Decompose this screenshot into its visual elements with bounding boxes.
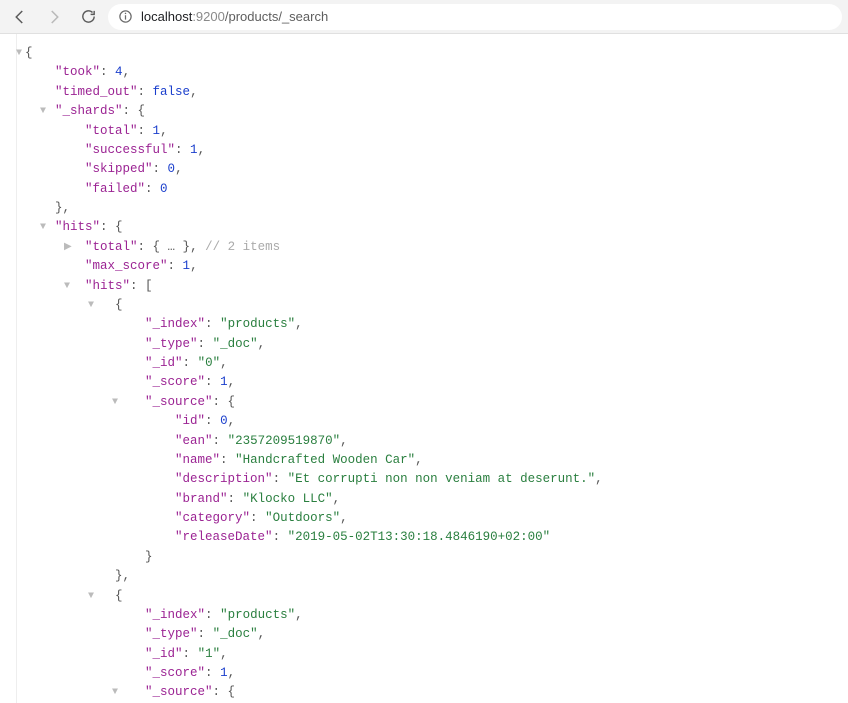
json-line[interactable]: "releaseDate": "2019-05-02T13:30:18.4846… xyxy=(10,528,848,547)
info-icon[interactable] xyxy=(118,9,133,24)
arrow-left-icon xyxy=(11,8,29,26)
url-text: localhost:9200/products/_search xyxy=(141,9,328,24)
json-line[interactable]: ▼ "_source": { xyxy=(10,683,848,702)
json-line[interactable]: "max_score": 1, xyxy=(10,257,848,276)
json-line[interactable]: "ean": "2357209519870", xyxy=(10,432,848,451)
json-line[interactable]: "id": 0, xyxy=(10,412,848,431)
json-line[interactable]: ▼ "hits": [ xyxy=(10,277,848,296)
json-viewer: ▼ { "took": 4, "timed_out": false, ▼ "_s… xyxy=(0,34,848,703)
json-line[interactable]: ▼ "_shards": { xyxy=(10,102,848,121)
json-line[interactable]: "name": "Handcrafted Wooden Car", xyxy=(10,451,848,470)
json-line[interactable]: "_id": "1", xyxy=(10,645,848,664)
json-line[interactable]: "_type": "_doc", xyxy=(10,625,848,644)
json-line[interactable]: "skipped": 0, xyxy=(10,160,848,179)
json-line[interactable]: "_score": 1, xyxy=(10,373,848,392)
reload-button[interactable] xyxy=(74,3,102,31)
json-line[interactable]: "timed_out": false, xyxy=(10,83,848,102)
json-line[interactable]: "took": 4, xyxy=(10,63,848,82)
browser-toolbar: localhost:9200/products/_search xyxy=(0,0,848,34)
json-line[interactable]: "failed": 0 xyxy=(10,180,848,199)
json-line[interactable]: }, xyxy=(10,567,848,586)
json-line[interactable]: "_index": "products", xyxy=(10,606,848,625)
json-line[interactable]: ▶ "total": { … }, // 2 items xyxy=(10,238,848,257)
json-line[interactable]: "_index": "products", xyxy=(10,315,848,334)
json-line[interactable]: ▼ "_source": { xyxy=(10,393,848,412)
json-line[interactable]: } xyxy=(10,548,848,567)
json-line[interactable]: "successful": 1, xyxy=(10,141,848,160)
json-line[interactable]: }, xyxy=(10,199,848,218)
json-line[interactable]: "_id": "0", xyxy=(10,354,848,373)
back-button[interactable] xyxy=(6,3,34,31)
url-bar[interactable]: localhost:9200/products/_search xyxy=(108,4,842,30)
forward-button[interactable] xyxy=(40,3,68,31)
reload-icon xyxy=(80,8,97,25)
json-line[interactable]: "_type": "_doc", xyxy=(10,335,848,354)
json-line[interactable]: "category": "Outdoors", xyxy=(10,509,848,528)
json-line[interactable]: "total": 1, xyxy=(10,122,848,141)
json-line[interactable]: "_score": 1, xyxy=(10,664,848,683)
json-line[interactable]: "brand": "Klocko LLC", xyxy=(10,490,848,509)
json-line[interactable]: ▼ { xyxy=(10,587,848,606)
json-line[interactable]: ▼ { xyxy=(10,296,848,315)
json-line[interactable]: ▼ { xyxy=(10,44,848,63)
json-line[interactable]: "description": "Et corrupti non non veni… xyxy=(10,470,848,489)
arrow-right-icon xyxy=(45,8,63,26)
json-line[interactable]: ▼ "hits": { xyxy=(10,218,848,237)
